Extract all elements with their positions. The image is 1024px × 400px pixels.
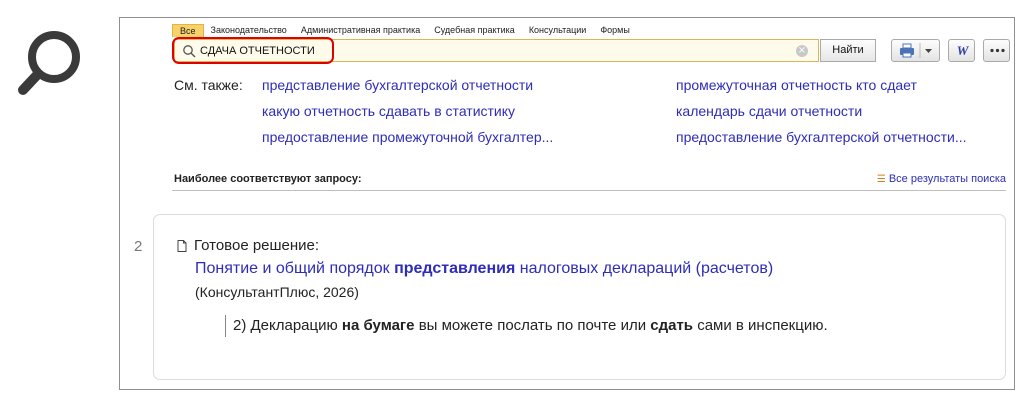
word-icon: W <box>957 43 970 58</box>
tab-court-practice[interactable]: Судебная практика <box>427 24 522 37</box>
document-icon <box>177 240 187 252</box>
svg-text:W: W <box>957 43 970 58</box>
see-also-link[interactable]: предоставление промежуточной бухгалтер..… <box>262 129 553 145</box>
search-tabs: Все Законодательство Административная пр… <box>172 24 637 37</box>
see-also-link[interactable]: предоставление бухгалтерской отчетности.… <box>676 129 967 145</box>
more-icon <box>990 48 1005 53</box>
all-results-link[interactable]: ☰ Все результаты поиска <box>877 173 1006 185</box>
result-title-link[interactable]: Понятие и общий порядок представления на… <box>195 260 773 278</box>
word-export-button[interactable]: W <box>948 39 975 62</box>
search-panel: Все Законодательство Административная пр… <box>119 17 1015 390</box>
divider <box>172 190 1006 191</box>
chevron-down-icon <box>925 49 932 53</box>
result-source: (КонсультантПлюс, 2026) <box>195 284 359 300</box>
see-also-label: См. также: <box>174 77 243 93</box>
find-button[interactable]: Найти <box>820 39 876 62</box>
see-also-link[interactable]: календарь сдачи отчетности <box>676 103 862 119</box>
result-type: Готовое решение: <box>194 237 320 254</box>
search-input[interactable] <box>200 42 780 60</box>
see-also-link[interactable]: представление бухгалтерской отчетности <box>262 77 533 93</box>
all-results-label: Все результаты поиска <box>888 173 1006 185</box>
result-snippet: 2) Декларацию на бумаге вы можете послат… <box>225 315 893 337</box>
more-button[interactable] <box>983 39 1010 62</box>
title-part: налоговых деклараций (расчетов) <box>515 260 774 277</box>
tab-administrative-practice[interactable]: Административная практика <box>294 24 427 37</box>
magnifier-icon <box>18 31 80 95</box>
snippet-part: сами в инспекцию. <box>693 317 828 334</box>
see-also-link[interactable]: промежуточная отчетность кто сдает <box>676 77 917 93</box>
snippet-highlight: сдать <box>650 317 694 334</box>
title-highlight: представления <box>394 260 516 277</box>
tab-consultations[interactable]: Консультации <box>522 24 594 37</box>
list-icon: ☰ <box>876 174 886 185</box>
result-number: 2 <box>134 238 143 255</box>
tab-all[interactable]: Все <box>172 24 204 37</box>
section-title: Наиболее соответствуют запросу: <box>174 173 362 185</box>
search-box[interactable]: × <box>174 39 819 62</box>
tab-legislation[interactable]: Законодательство <box>204 24 294 37</box>
see-also-link[interactable]: какую отчетность сдавать в статистику <box>262 103 515 119</box>
search-icon <box>183 45 196 58</box>
tab-forms[interactable]: Формы <box>593 24 637 37</box>
snippet-part: 2) Декларацию <box>233 317 342 334</box>
printer-icon <box>900 43 932 58</box>
print-button[interactable] <box>891 39 940 62</box>
snippet-part: вы можете послать по почте или <box>414 317 651 334</box>
clear-icon[interactable]: × <box>796 45 808 57</box>
snippet-highlight: на бумаге <box>341 317 415 334</box>
title-part: Понятие и общий порядок <box>195 260 395 277</box>
